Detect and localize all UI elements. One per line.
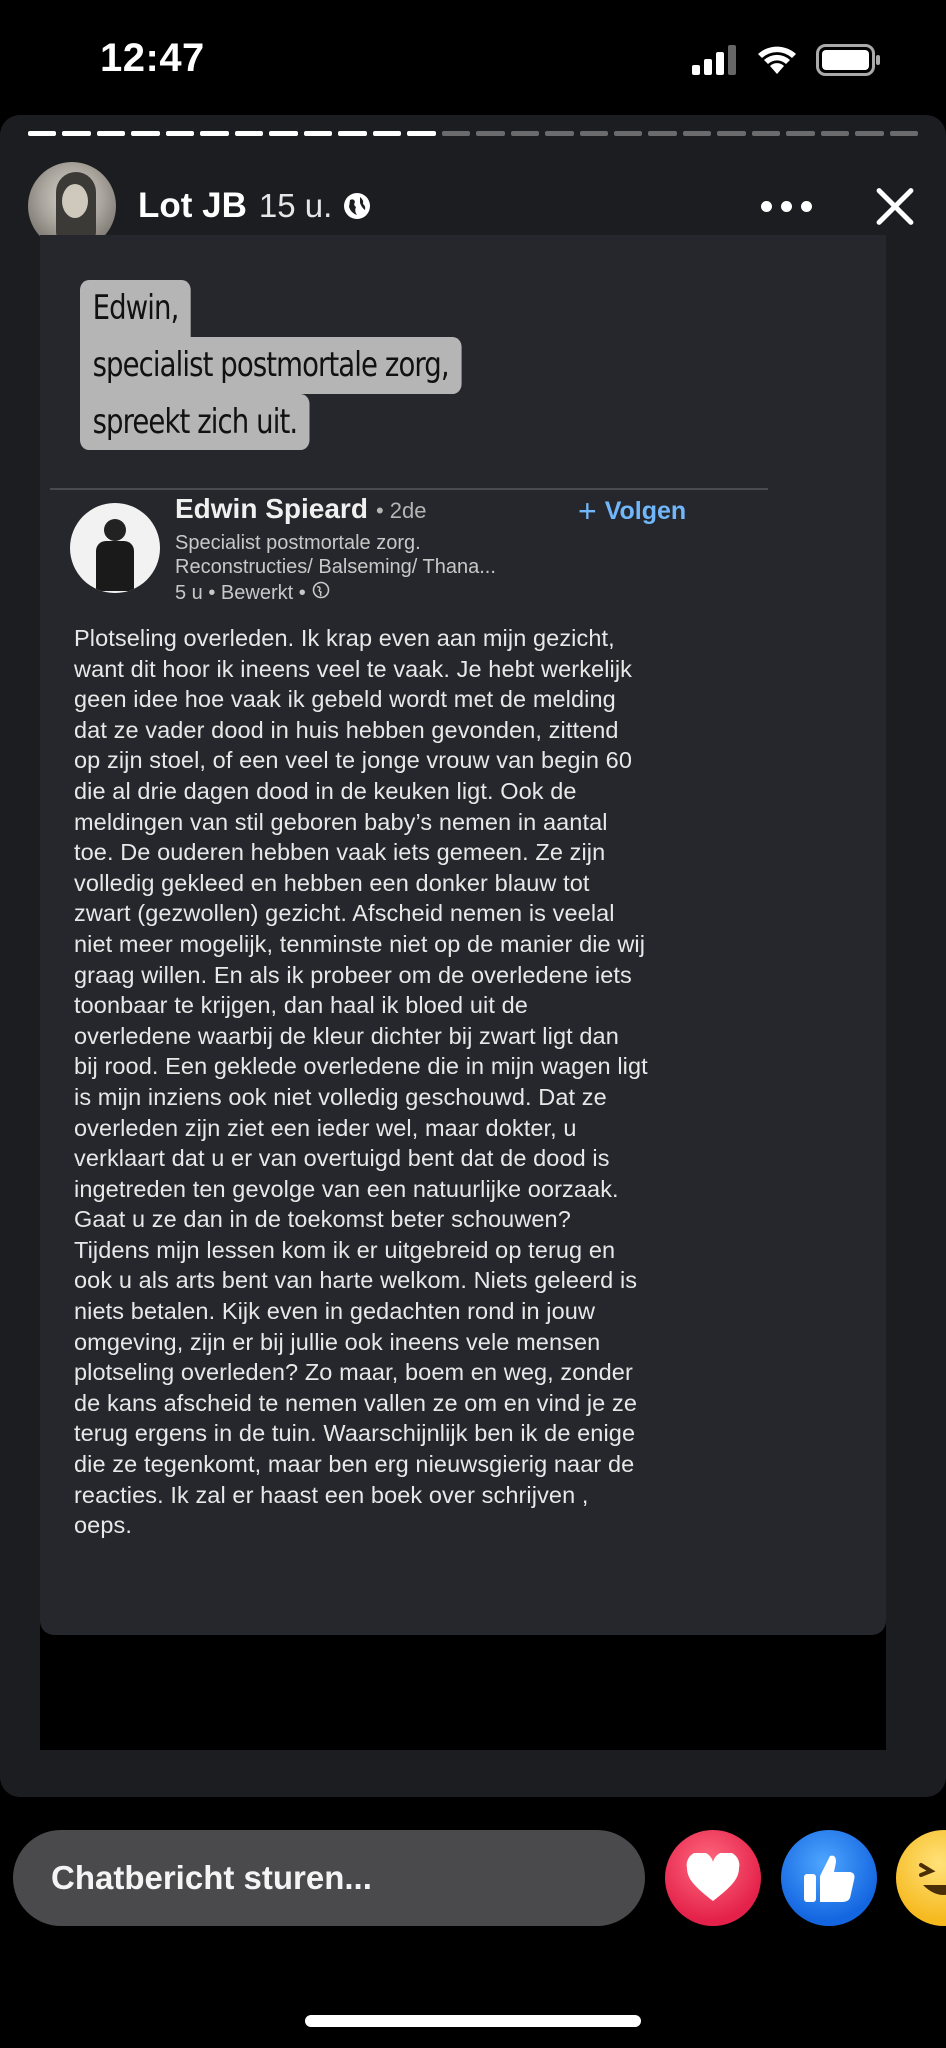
status-bar: 12:47 (0, 0, 946, 115)
progress-segment (855, 131, 884, 136)
globe-icon (342, 191, 372, 221)
chat-message-input[interactable]: Chatbericht sturen... (13, 1830, 645, 1926)
status-time: 12:47 (100, 36, 205, 80)
progress-segment (889, 131, 919, 136)
headline-line: Specialist postmortale zorg. (175, 532, 421, 554)
progress-segment (786, 131, 815, 136)
progress-segment (200, 131, 229, 136)
follow-label: Volgen (604, 497, 687, 525)
progress-segment (62, 131, 91, 136)
caption-line: Edwin, (80, 280, 192, 337)
post-body-text: Plotseling overleden. Ik krap even aan m… (74, 625, 648, 1539)
like-icon[interactable] (781, 1830, 877, 1926)
progress-segment (165, 131, 195, 136)
progress-segment (682, 131, 712, 136)
progress-segment (648, 131, 677, 136)
progress-segment (269, 131, 298, 136)
heart-icon[interactable] (665, 1830, 761, 1926)
post-author-avatar (70, 503, 160, 593)
progress-segment (303, 131, 333, 136)
progress-segment (28, 131, 57, 136)
cellular-signal-icon (692, 45, 738, 80)
progress-segment (338, 131, 367, 136)
progress-segment (579, 131, 608, 136)
progress-segment (96, 131, 126, 136)
post-author-line: Edwin Spieard • 2de (175, 493, 426, 525)
battery-icon (816, 44, 882, 81)
caption-line: spreekt zich uit. (80, 393, 310, 451)
progress-segment (613, 131, 643, 136)
progress-segment (476, 131, 505, 136)
story-author-name[interactable]: Lot JB (138, 186, 247, 226)
progress-segment (545, 131, 574, 136)
post-author-headline: Specialist postmortale zorg. Reconstruct… (175, 531, 595, 579)
post-meta-text: 5 u • Bewerkt • (175, 581, 306, 604)
close-icon[interactable] (872, 183, 918, 229)
progress-segment (407, 131, 436, 136)
wifi-icon (756, 44, 798, 81)
story-time-ago: 15 u. (258, 187, 333, 224)
plus-icon: + (578, 493, 597, 529)
story-progress-bar (28, 131, 919, 136)
home-indicator[interactable] (305, 2015, 641, 2027)
haha-icon[interactable] (896, 1830, 946, 1926)
caption-line: specialist postmortale zorg, (80, 336, 462, 394)
progress-segment (820, 131, 850, 136)
post-author-name: Edwin Spieard (175, 493, 368, 524)
divider (50, 488, 768, 490)
story-caption: Edwin, specialist postmortale zorg, spre… (80, 280, 504, 451)
progress-segment (131, 131, 160, 136)
more-icon[interactable] (761, 200, 812, 212)
story-viewer[interactable]: Lot JB 15 u. Edwin, specialist postmorta… (0, 115, 946, 1797)
progress-segment (510, 131, 540, 136)
progress-segment (372, 131, 402, 136)
progress-segment (441, 131, 471, 136)
progress-segment (234, 131, 264, 136)
post-connection-degree: • 2de (375, 498, 427, 523)
headline-line: Reconstructies/ Balseming/ Thana... (175, 556, 496, 578)
progress-segment (751, 131, 781, 136)
status-icons (692, 44, 882, 81)
post-meta: 5 u • Bewerkt • (175, 581, 330, 605)
progress-segment (717, 131, 746, 136)
follow-button: + Volgen (578, 493, 686, 530)
globe-icon (312, 581, 330, 605)
